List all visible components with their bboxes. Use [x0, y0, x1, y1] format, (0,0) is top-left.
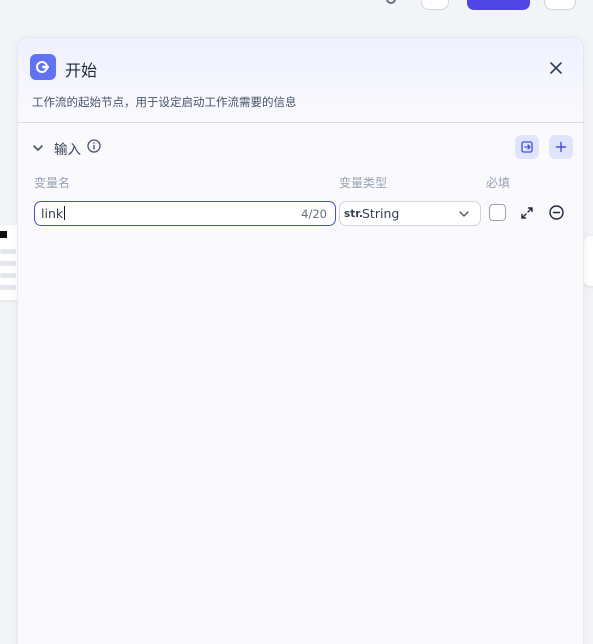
start-node-icon	[30, 54, 56, 80]
column-header-required: 必填	[486, 176, 511, 190]
panel-header: 开始 工作流的起始节点，用于设定启动工作流需要的信息	[18, 38, 583, 123]
panel-description: 工作流的起始节点，用于设定启动工作流需要的信息	[32, 95, 297, 109]
import-variable-icon	[521, 141, 533, 153]
char-counter: 4/20	[301, 207, 327, 221]
canvas-node-line	[0, 285, 16, 290]
add-variable-button[interactable]	[549, 135, 573, 159]
info-icon[interactable]	[86, 138, 102, 154]
canvas-node-line	[0, 249, 16, 254]
chevron-down-icon[interactable]	[30, 140, 46, 156]
variable-name-input[interactable]: link 4/20	[34, 201, 336, 226]
remove-circle-icon[interactable]	[548, 204, 565, 221]
plus-icon	[555, 141, 567, 153]
toolbar-history-icon[interactable]	[386, 0, 396, 4]
start-node-panel: 开始 工作流的起始节点，用于设定启动工作流需要的信息 输入 变量名 变量类型 必…	[17, 37, 584, 644]
chevron-down-icon	[459, 211, 469, 217]
type-prefix-icon: str.	[344, 208, 363, 220]
canvas-node-line	[0, 261, 16, 266]
input-section-header: 输入	[30, 135, 575, 161]
panel-title: 开始	[65, 61, 98, 80]
top-toolbar	[0, 0, 593, 28]
section-label[interactable]: 输入	[54, 138, 81, 158]
column-header-type: 变量类型	[339, 176, 388, 190]
expand-icon[interactable]	[519, 205, 535, 221]
column-header-name: 变量名	[34, 176, 71, 190]
toolbar-more-button[interactable]	[544, 0, 576, 10]
canvas-node-partial-right[interactable]	[584, 236, 593, 286]
import-variable-button[interactable]	[515, 135, 539, 159]
canvas-node-line	[0, 273, 16, 278]
close-icon[interactable]	[546, 58, 566, 78]
variable-type-value: String	[362, 206, 400, 221]
variable-type-select[interactable]: str. String	[339, 201, 481, 226]
canvas-node-icon	[0, 231, 7, 238]
toolbar-debug-button[interactable]	[421, 0, 449, 10]
toolbar-publish-button[interactable]	[467, 0, 530, 10]
variable-name-value: link	[41, 206, 66, 221]
text-caret	[64, 206, 66, 220]
required-checkbox[interactable]	[489, 204, 506, 221]
